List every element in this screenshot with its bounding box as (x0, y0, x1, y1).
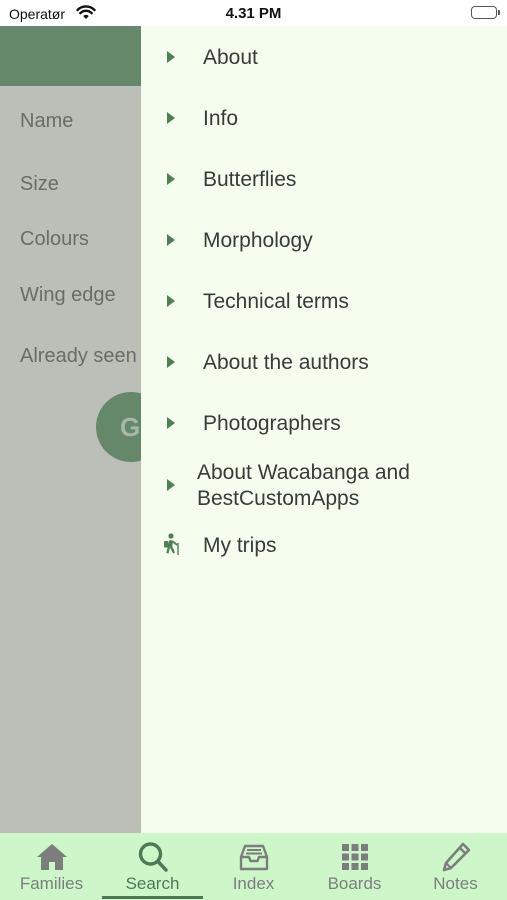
status-bar: Operatør 4.31 PM (0, 0, 507, 26)
menu-item-photographers[interactable]: Photographers (141, 410, 507, 438)
go-button-label: G (120, 412, 141, 442)
search-icon (136, 841, 170, 873)
menu-item-about[interactable]: About (141, 44, 507, 72)
tab-boards[interactable]: Boards (304, 833, 405, 900)
menu-item-label: Butterflies (203, 168, 297, 191)
menu-item-label: Morphology (203, 229, 313, 252)
filter-colours: Colours (20, 228, 89, 250)
search-screen-underlay[interactable]: Name Size Colours Wing edge Already seen… (0, 26, 141, 833)
chevron-right-icon (167, 234, 175, 246)
filter-already-seen: Already seen (20, 345, 137, 367)
tab-search[interactable]: Search (102, 833, 203, 900)
inbox-icon (237, 841, 271, 873)
menu-item-label: My trips (203, 534, 277, 557)
side-menu: About Info Butterflies Morphology Techni… (141, 26, 507, 833)
menu-item-label: About the authors (203, 351, 369, 374)
menu-item-label: Info (203, 107, 239, 130)
grid-icon (338, 841, 372, 873)
chevron-right-icon (167, 356, 175, 368)
menu-item-my-trips[interactable]: My trips (141, 532, 507, 560)
filter-size: Size (20, 173, 59, 195)
menu-item-label: About (203, 46, 258, 69)
tab-families[interactable]: Families (1, 833, 102, 900)
chevron-right-icon (167, 417, 175, 429)
menu-item-butterflies[interactable]: Butterflies (141, 166, 507, 194)
hiker-icon (161, 533, 181, 562)
tab-bar: Families Search Index Boards Notes (0, 833, 507, 900)
battery-icon (471, 6, 500, 19)
chevron-right-icon (167, 173, 175, 185)
menu-item-morphology[interactable]: Morphology (141, 227, 507, 255)
tab-label: Index (232, 874, 275, 893)
search-screen-header (0, 26, 141, 86)
menu-item-about-authors[interactable]: About the authors (141, 349, 507, 377)
pencil-icon (439, 841, 473, 873)
chevron-right-icon (167, 112, 175, 124)
filter-name: Name (20, 110, 74, 132)
menu-item-label: Photographers (203, 412, 341, 435)
home-icon (35, 841, 69, 873)
tab-notes[interactable]: Notes (405, 833, 506, 900)
tab-label: Families (19, 874, 84, 893)
menu-item-info[interactable]: Info (141, 105, 507, 133)
tab-label: Notes (433, 874, 478, 893)
tab-index[interactable]: Index (203, 833, 304, 900)
menu-item-about-wacabanga[interactable]: About Wacabanga and BestCustomApps (141, 458, 507, 514)
tab-label: Boards (327, 874, 382, 893)
menu-item-label: About Wacabanga and BestCustomApps (197, 461, 410, 510)
status-time: 4.31 PM (225, 5, 282, 22)
tab-label: Search (125, 874, 180, 893)
active-tab-indicator (102, 896, 203, 899)
menu-item-technical-terms[interactable]: Technical terms (141, 288, 507, 316)
chevron-right-icon (167, 51, 175, 63)
chevron-right-icon (167, 479, 175, 491)
go-button: G (96, 392, 141, 462)
menu-item-label: Technical terms (203, 290, 349, 313)
filter-wing-edge: Wing edge (20, 284, 116, 306)
chevron-right-icon (167, 295, 175, 307)
